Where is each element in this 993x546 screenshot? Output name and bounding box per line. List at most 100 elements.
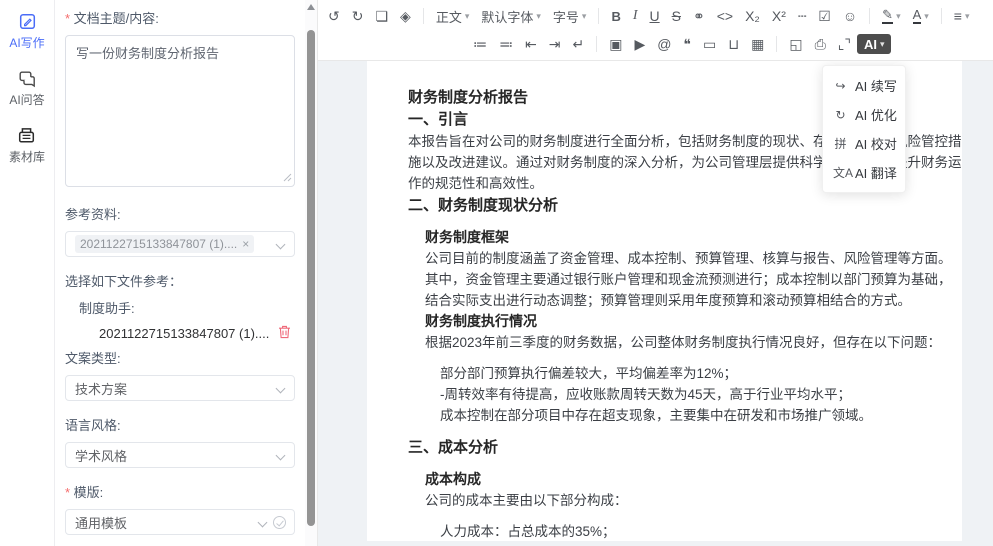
fullscreen-icon[interactable]: ⌞⌝ [832, 32, 857, 56]
font-color-dropdown[interactable]: A▾ [907, 4, 935, 28]
form-scrollbar[interactable] [305, 0, 318, 546]
doc-heading: 三、成本分析 [408, 436, 954, 459]
nav-item-ai-write[interactable]: AI写作 [9, 12, 44, 51]
paragraph-style-dropdown[interactable]: 正文▾ [430, 4, 476, 28]
ai-optimize-icon: ↻ [833, 108, 848, 122]
doc-spacer [408, 511, 954, 521]
strikethrough-button[interactable]: S [666, 4, 687, 28]
check-circle-icon [273, 516, 286, 529]
doc-heading: 二、财务制度现状分析 [408, 194, 954, 217]
horizontal-rule-icon[interactable]: ┄ [792, 4, 812, 28]
text-wrap-icon[interactable]: ↵ [566, 32, 590, 56]
ai-menu-item[interactable]: ↪AI 续写 [823, 71, 905, 100]
emoji-icon[interactable]: ☺ [837, 4, 863, 28]
bullet-list-icon[interactable]: ≔ [467, 32, 493, 56]
toolbar-separator [941, 8, 942, 24]
delete-file-icon[interactable] [278, 325, 291, 342]
toolbar-row-2: ≔≕⇤⇥ ↵ ▣ ▶ @ ❝ ▭ ⊔ ▦ ◱ ⎙ ⌞⌝ AI▾ [322, 30, 989, 58]
tag-close-icon[interactable]: × [242, 237, 249, 251]
material-library-icon [17, 126, 36, 145]
style-value: 学术风格 [75, 446, 127, 465]
doc-text-line: 公司的成本主要由以下部分构成： [408, 490, 954, 511]
eraser-icon[interactable]: ◈ [394, 4, 417, 28]
ai-menu-item[interactable]: ↻ AI 优化 [823, 100, 905, 129]
highlight-color-dropdown[interactable]: ✎▾ [876, 4, 906, 28]
code-block-icon[interactable]: ⊔ [722, 32, 745, 56]
video-icon: ▶ [634, 37, 645, 51]
inline-code-icon[interactable]: <> [711, 4, 739, 28]
font-family-dropdown[interactable]: 默认字体▾ [475, 4, 547, 28]
doc-text-line: 成本控制在部分项目中存在超支现象，主要集中在研发和市场推广领域。 [408, 405, 954, 426]
indent-icon[interactable]: ⇥ [543, 32, 567, 56]
table-icon[interactable]: ▦ [745, 32, 770, 56]
strikethrough-button: S [672, 9, 681, 23]
reference-select[interactable]: 2021122715133847807 (1).... × [65, 231, 295, 257]
doc-spacer [408, 353, 954, 363]
doc-type-value: 技术方案 [75, 379, 127, 398]
format-painter-icon[interactable]: ❏ [369, 4, 394, 28]
nav-item-material-library[interactable]: 素材库 [9, 126, 45, 165]
undo-icon[interactable]: ↺ [322, 4, 346, 28]
template-value: 通用模板 [75, 513, 127, 532]
ai-write-icon [18, 12, 37, 31]
fullscreen-icon: ⌞⌝ [838, 37, 851, 51]
toolbar-separator [423, 8, 424, 24]
redo-icon[interactable]: ↻ [346, 4, 370, 28]
doc-type-label: 文案类型: [65, 348, 295, 367]
image-icon[interactable]: ▣ [603, 32, 628, 56]
scrollbar-thumb[interactable] [307, 30, 315, 526]
doc-spacer [408, 217, 954, 227]
task-list-icon: ☑ [818, 9, 831, 23]
undo-icon: ↺ [328, 9, 340, 23]
nav-item-ai-qa[interactable]: AI问答 [9, 69, 44, 108]
bold-button: B [611, 10, 620, 23]
superscript-button[interactable]: X² [766, 4, 792, 28]
ai-dropdown[interactable]: AI▾ [857, 34, 892, 54]
style-select[interactable]: 学术风格 [65, 442, 295, 468]
reference-file-row: 2021122715133847807 (1).... [99, 325, 291, 342]
caret-down-icon: ▾ [536, 11, 541, 22]
font-size-dropdown[interactable]: 字号▾ [547, 4, 593, 28]
bold-button[interactable]: B [605, 4, 626, 28]
toolbar-row-1: ↺↻❏◈正文▾默认字体▾字号▾BIUS⚭<>X₂X²┄☑☺✎▾A▾≡▾ [322, 2, 989, 30]
link-icon[interactable]: ⚭ [687, 4, 711, 28]
ai-menu-item[interactable]: 拼AI 校对 [823, 129, 905, 158]
ai-menu-item[interactable]: 文AAI 翻译 [823, 158, 905, 187]
font-family-dropdown-label: 默认字体 [481, 7, 533, 26]
blockquote-icon[interactable]: ❝ [677, 32, 697, 56]
outdent-icon[interactable]: ⇤ [519, 32, 543, 56]
topic-label: 文档主题/内容: [65, 8, 295, 27]
highlight-color-dropdown: ✎ [882, 8, 893, 24]
print-icon: ⎙ [815, 37, 826, 51]
ai-menu-item-label: AI 翻译 [855, 163, 897, 182]
page-setup-icon: ◱ [789, 37, 802, 51]
ordered-list-icon[interactable]: ≕ [493, 32, 519, 56]
ai-menu-item-label: AI 优化 [855, 105, 897, 124]
caret-down-icon: ▾ [896, 11, 901, 22]
video-icon[interactable]: ▶ [628, 32, 651, 56]
attachment-icon[interactable]: @ [651, 32, 677, 56]
editor-area: ↺↻❏◈正文▾默认字体▾字号▾BIUS⚭<>X₂X²┄☑☺✎▾A▾≡▾ ≔≕⇤⇥… [318, 0, 993, 546]
link-icon: ⚭ [693, 9, 705, 23]
template-select[interactable]: 通用模板 [65, 509, 295, 535]
ai-proofread-icon: 拼 [833, 135, 848, 152]
page-setup-icon[interactable]: ◱ [783, 32, 808, 56]
underline-button[interactable]: U [644, 4, 666, 28]
topic-input[interactable]: 写一份财务制度分析报告 [65, 35, 295, 187]
nav-item-label: AI问答 [9, 91, 44, 108]
italic-button[interactable]: I [627, 4, 644, 28]
doc-type-select[interactable]: 技术方案 [65, 375, 295, 401]
text-wrap-icon: ↵ [572, 37, 584, 51]
scroll-up-arrow-icon[interactable] [307, 4, 315, 10]
alignment-dropdown[interactable]: ≡▾ [948, 4, 976, 28]
blockquote-icon: ❝ [683, 37, 691, 51]
subscript-button[interactable]: X₂ [739, 4, 766, 28]
ai-continue-icon: ↪ [833, 79, 848, 93]
code-block-icon: ⊔ [728, 37, 739, 51]
print-icon[interactable]: ⎙ [809, 32, 832, 56]
emoji-icon: ☺ [843, 9, 857, 23]
table-icon: ▦ [751, 37, 764, 51]
divider-icon[interactable]: ▭ [697, 32, 722, 56]
doc-spacer [408, 426, 954, 436]
task-list-icon[interactable]: ☑ [812, 4, 837, 28]
